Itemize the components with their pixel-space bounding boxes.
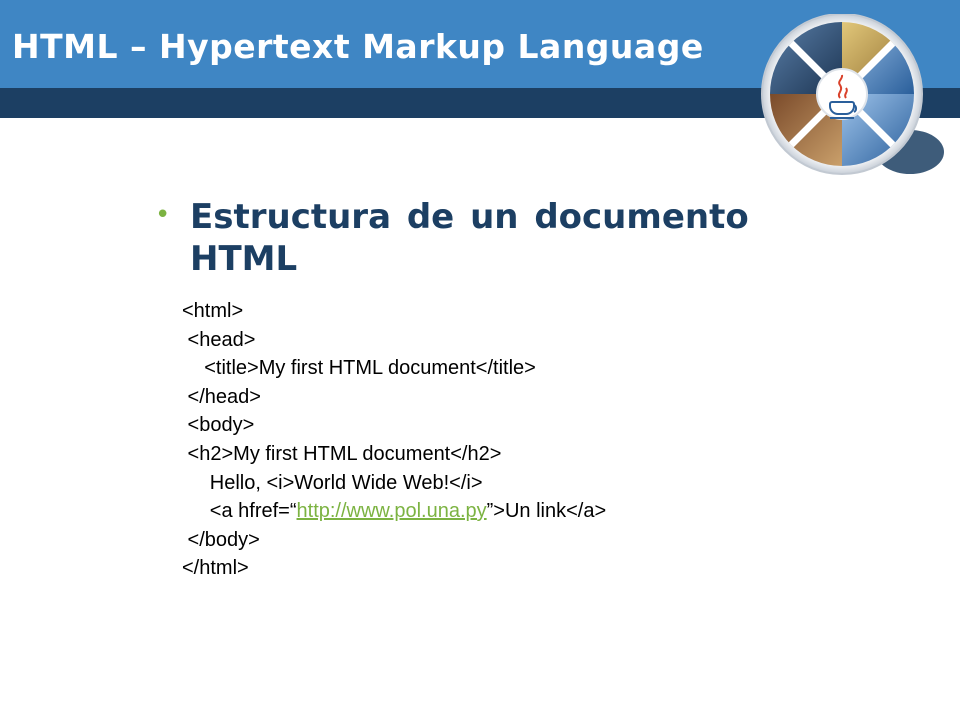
- code-text: ”>Un link</a>: [486, 500, 607, 523]
- code-line: </html>: [182, 557, 249, 580]
- code-listing: <html> <head> <title>My first HTML docum…: [182, 297, 822, 583]
- java-logo-icon: [761, 14, 944, 175]
- code-line: <html>: [182, 300, 244, 322]
- code-text: <a hfref=“: [182, 500, 297, 523]
- slide-title: HTML – Hypertext Markup Language: [12, 27, 704, 66]
- code-line: <head>: [182, 328, 256, 351]
- code-line: <body>: [182, 414, 255, 437]
- bullet-item: • Estructura de un documento HTML: [155, 196, 815, 280]
- code-line: <h2>My first HTML document</h2>: [182, 442, 502, 465]
- code-line: </body>: [182, 528, 260, 551]
- slide: HTML – Hypertext Markup Language • Estru…: [0, 0, 960, 720]
- code-line: </head>: [182, 385, 261, 408]
- code-line: <a hfref=“http://www.pol.una.py”>Un link…: [182, 497, 822, 526]
- code-line: Hello, <i>World Wide Web!</i>: [182, 471, 483, 494]
- bullet-heading: Estructura de un documento HTML: [190, 197, 749, 279]
- code-url-link[interactable]: http://www.pol.una.py: [297, 500, 487, 522]
- bullet-dot-icon: •: [155, 200, 171, 230]
- code-line: <title>My first HTML document</title>: [182, 357, 536, 380]
